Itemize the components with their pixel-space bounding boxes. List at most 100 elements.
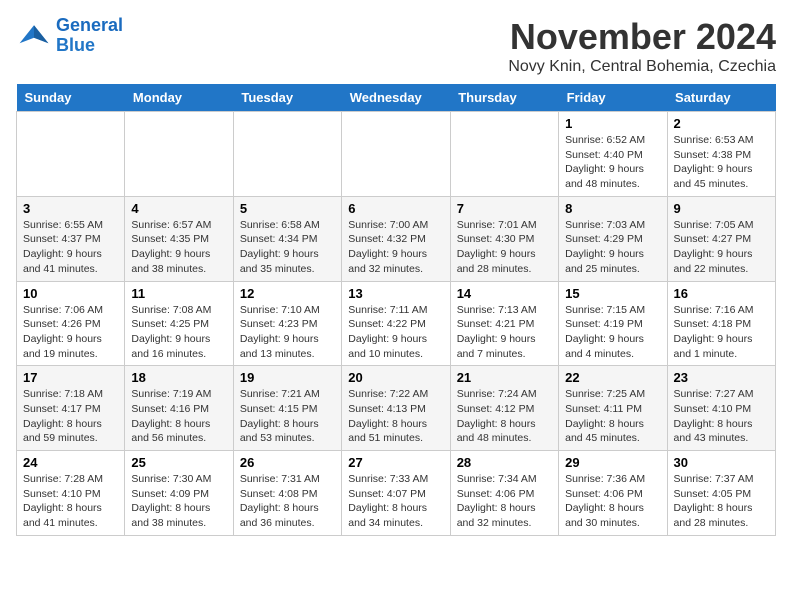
table-row: 7 Sunrise: 7:01 AM Sunset: 4:30 PM Daylig… bbox=[450, 196, 558, 281]
header: General Blue November 2024 Novy Knin, Ce… bbox=[16, 16, 776, 76]
header-wednesday: Wednesday bbox=[342, 84, 450, 112]
day-info: Sunrise: 7:03 AM Sunset: 4:29 PM Dayligh… bbox=[565, 218, 660, 277]
logo-line1: General bbox=[56, 15, 123, 35]
day-number: 8 bbox=[565, 201, 660, 216]
table-row: 1 Sunrise: 6:52 AM Sunset: 4:40 PM Daylig… bbox=[559, 112, 667, 197]
day-number: 22 bbox=[565, 370, 660, 385]
day-number: 29 bbox=[565, 455, 660, 470]
day-number: 21 bbox=[457, 370, 552, 385]
day-number: 5 bbox=[240, 201, 335, 216]
day-info: Sunrise: 7:11 AM Sunset: 4:22 PM Dayligh… bbox=[348, 303, 443, 362]
day-info: Sunrise: 6:52 AM Sunset: 4:40 PM Dayligh… bbox=[565, 133, 660, 192]
day-info: Sunrise: 7:33 AM Sunset: 4:07 PM Dayligh… bbox=[348, 472, 443, 531]
day-number: 27 bbox=[348, 455, 443, 470]
day-number: 7 bbox=[457, 201, 552, 216]
day-info: Sunrise: 7:28 AM Sunset: 4:10 PM Dayligh… bbox=[23, 472, 118, 531]
table-row bbox=[342, 112, 450, 197]
header-saturday: Saturday bbox=[667, 84, 775, 112]
header-friday: Friday bbox=[559, 84, 667, 112]
table-row: 24 Sunrise: 7:28 AM Sunset: 4:10 PM Dayli… bbox=[17, 451, 125, 536]
day-info: Sunrise: 7:06 AM Sunset: 4:26 PM Dayligh… bbox=[23, 303, 118, 362]
day-number: 19 bbox=[240, 370, 335, 385]
table-row: 22 Sunrise: 7:25 AM Sunset: 4:11 PM Dayli… bbox=[559, 366, 667, 451]
calendar-table: Sunday Monday Tuesday Wednesday Thursday… bbox=[16, 84, 776, 536]
logo-line2: Blue bbox=[56, 35, 95, 55]
table-row: 10 Sunrise: 7:06 AM Sunset: 4:26 PM Dayli… bbox=[17, 281, 125, 366]
calendar-header-row: Sunday Monday Tuesday Wednesday Thursday… bbox=[17, 84, 776, 112]
table-row: 15Sunrise: 7:15 AM Sunset: 4:19 PM Dayli… bbox=[559, 281, 667, 366]
day-info: Sunrise: 7:01 AM Sunset: 4:30 PM Dayligh… bbox=[457, 218, 552, 277]
table-row: 11 Sunrise: 7:08 AM Sunset: 4:25 PM Dayli… bbox=[125, 281, 233, 366]
day-info: Sunrise: 6:55 AM Sunset: 4:37 PM Dayligh… bbox=[23, 218, 118, 277]
day-number: 24 bbox=[23, 455, 118, 470]
day-number: 6 bbox=[348, 201, 443, 216]
header-sunday: Sunday bbox=[17, 84, 125, 112]
day-number: 3 bbox=[23, 201, 118, 216]
day-number: 23 bbox=[674, 370, 769, 385]
title-area: November 2024 Novy Knin, Central Bohemia… bbox=[508, 16, 776, 76]
calendar-week-row: 24 Sunrise: 7:28 AM Sunset: 4:10 PM Dayli… bbox=[17, 451, 776, 536]
table-row: 23Sunrise: 7:27 AM Sunset: 4:10 PM Dayli… bbox=[667, 366, 775, 451]
day-info: Sunrise: 7:19 AM Sunset: 4:16 PM Dayligh… bbox=[131, 387, 226, 446]
day-number: 18 bbox=[131, 370, 226, 385]
day-info: Sunrise: 6:57 AM Sunset: 4:35 PM Dayligh… bbox=[131, 218, 226, 277]
day-number: 11 bbox=[131, 286, 226, 301]
table-row: 30 Sunrise: 7:37 AM Sunset: 4:05 PM Dayli… bbox=[667, 451, 775, 536]
day-info: Sunrise: 7:08 AM Sunset: 4:25 PM Dayligh… bbox=[131, 303, 226, 362]
table-row: 27 Sunrise: 7:33 AM Sunset: 4:07 PM Dayli… bbox=[342, 451, 450, 536]
table-row: 12 Sunrise: 7:10 AM Sunset: 4:23 PM Dayli… bbox=[233, 281, 341, 366]
table-row bbox=[17, 112, 125, 197]
table-row: 14 Sunrise: 7:13 AM Sunset: 4:21 PM Dayli… bbox=[450, 281, 558, 366]
logo-text: General Blue bbox=[56, 16, 123, 56]
table-row: 18 Sunrise: 7:19 AM Sunset: 4:16 PM Dayli… bbox=[125, 366, 233, 451]
calendar-week-row: 17 Sunrise: 7:18 AM Sunset: 4:17 PM Dayli… bbox=[17, 366, 776, 451]
header-monday: Monday bbox=[125, 84, 233, 112]
table-row bbox=[450, 112, 558, 197]
day-number: 30 bbox=[674, 455, 769, 470]
day-number: 14 bbox=[457, 286, 552, 301]
calendar-week-row: 1 Sunrise: 6:52 AM Sunset: 4:40 PM Daylig… bbox=[17, 112, 776, 197]
table-row: 8 Sunrise: 7:03 AM Sunset: 4:29 PM Daylig… bbox=[559, 196, 667, 281]
day-info: Sunrise: 7:22 AM Sunset: 4:13 PM Dayligh… bbox=[348, 387, 443, 446]
table-row: 13Sunrise: 7:11 AM Sunset: 4:22 PM Dayli… bbox=[342, 281, 450, 366]
day-number: 1 bbox=[565, 116, 660, 131]
table-row: 16Sunrise: 7:16 AM Sunset: 4:18 PM Dayli… bbox=[667, 281, 775, 366]
day-number: 12 bbox=[240, 286, 335, 301]
day-number: 10 bbox=[23, 286, 118, 301]
table-row: 25 Sunrise: 7:30 AM Sunset: 4:09 PM Dayli… bbox=[125, 451, 233, 536]
day-info: Sunrise: 7:10 AM Sunset: 4:23 PM Dayligh… bbox=[240, 303, 335, 362]
day-number: 17 bbox=[23, 370, 118, 385]
day-info: Sunrise: 7:13 AM Sunset: 4:21 PM Dayligh… bbox=[457, 303, 552, 362]
table-row: 19 Sunrise: 7:21 AM Sunset: 4:15 PM Dayli… bbox=[233, 366, 341, 451]
day-number: 4 bbox=[131, 201, 226, 216]
day-info: Sunrise: 7:00 AM Sunset: 4:32 PM Dayligh… bbox=[348, 218, 443, 277]
day-info: Sunrise: 7:16 AM Sunset: 4:18 PM Dayligh… bbox=[674, 303, 769, 362]
day-info: Sunrise: 7:37 AM Sunset: 4:05 PM Dayligh… bbox=[674, 472, 769, 531]
month-title: November 2024 bbox=[508, 16, 776, 58]
table-row: 5 Sunrise: 6:58 AM Sunset: 4:34 PM Daylig… bbox=[233, 196, 341, 281]
table-row: 3 Sunrise: 6:55 AM Sunset: 4:37 PM Daylig… bbox=[17, 196, 125, 281]
day-number: 25 bbox=[131, 455, 226, 470]
header-thursday: Thursday bbox=[450, 84, 558, 112]
table-row: 4 Sunrise: 6:57 AM Sunset: 4:35 PM Daylig… bbox=[125, 196, 233, 281]
day-info: Sunrise: 6:53 AM Sunset: 4:38 PM Dayligh… bbox=[674, 133, 769, 192]
day-info: Sunrise: 7:21 AM Sunset: 4:15 PM Dayligh… bbox=[240, 387, 335, 446]
table-row: 9Sunrise: 7:05 AM Sunset: 4:27 PM Daylig… bbox=[667, 196, 775, 281]
day-info: Sunrise: 7:18 AM Sunset: 4:17 PM Dayligh… bbox=[23, 387, 118, 446]
table-row: 20Sunrise: 7:22 AM Sunset: 4:13 PM Dayli… bbox=[342, 366, 450, 451]
day-info: Sunrise: 6:58 AM Sunset: 4:34 PM Dayligh… bbox=[240, 218, 335, 277]
table-row: 21 Sunrise: 7:24 AM Sunset: 4:12 PM Dayli… bbox=[450, 366, 558, 451]
day-number: 28 bbox=[457, 455, 552, 470]
day-info: Sunrise: 7:15 AM Sunset: 4:19 PM Dayligh… bbox=[565, 303, 660, 362]
calendar-week-row: 10 Sunrise: 7:06 AM Sunset: 4:26 PM Dayli… bbox=[17, 281, 776, 366]
day-info: Sunrise: 7:25 AM Sunset: 4:11 PM Dayligh… bbox=[565, 387, 660, 446]
day-info: Sunrise: 7:24 AM Sunset: 4:12 PM Dayligh… bbox=[457, 387, 552, 446]
day-info: Sunrise: 7:30 AM Sunset: 4:09 PM Dayligh… bbox=[131, 472, 226, 531]
day-number: 9 bbox=[674, 201, 769, 216]
logo-icon bbox=[16, 18, 52, 54]
table-row: 29Sunrise: 7:36 AM Sunset: 4:06 PM Dayli… bbox=[559, 451, 667, 536]
logo: General Blue bbox=[16, 16, 123, 56]
table-row bbox=[125, 112, 233, 197]
calendar-week-row: 3 Sunrise: 6:55 AM Sunset: 4:37 PM Daylig… bbox=[17, 196, 776, 281]
day-number: 26 bbox=[240, 455, 335, 470]
